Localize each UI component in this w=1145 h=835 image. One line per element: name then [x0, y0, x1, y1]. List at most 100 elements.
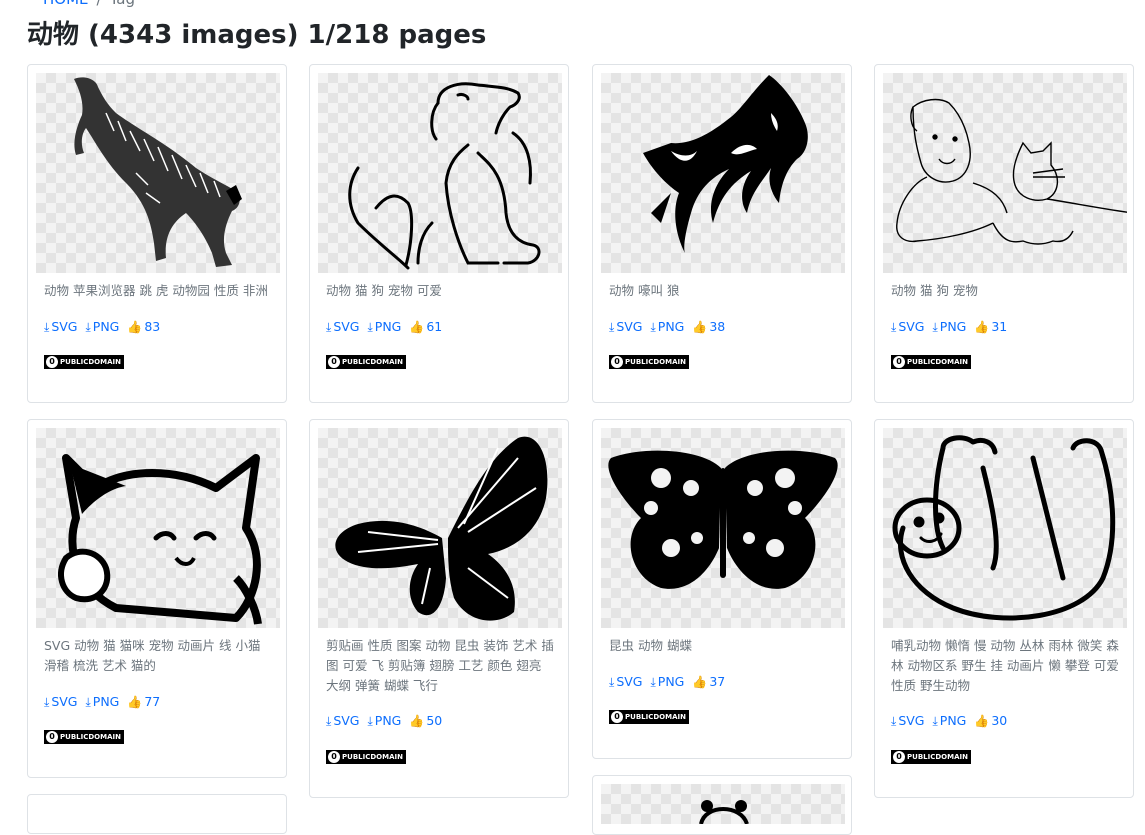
howling-wolf-thumbnail[interactable]	[601, 73, 845, 273]
png-download-link[interactable]: ⤓ PNG	[650, 319, 684, 334]
cc-zero-icon: 0	[893, 751, 905, 763]
image-tags: 昆虫 动物 蝴蝶	[609, 638, 692, 653]
cc-zero-icon: 0	[46, 356, 58, 368]
public-domain-badge[interactable]: 0 PUBLICDOMAIN	[891, 355, 971, 369]
download-icon: ⤓	[85, 320, 91, 334]
download-icon: ⤓	[650, 675, 656, 689]
ornate-butterfly-icon	[608, 450, 838, 589]
png-download-link[interactable]: ⤓ PNG	[932, 713, 966, 728]
thumbs-up-icon: 👍	[974, 320, 990, 334]
public-domain-badge[interactable]: 0 PUBLICDOMAIN	[44, 730, 124, 744]
png-download-link[interactable]: ⤓ PNG	[367, 713, 401, 728]
public-domain-badge[interactable]: 0 PUBLICDOMAIN	[44, 355, 124, 369]
image-thumbnail[interactable]	[601, 784, 845, 824]
image-card[interactable]: 动物 嚎叫 狼 ⤓ SVG ⤓ PNG 👍 38 0 PUBLICDOMAIN	[592, 64, 852, 403]
download-icon: ⤓	[609, 675, 615, 689]
svg-download-link[interactable]: ⤓ SVG	[609, 674, 642, 689]
svg-download-link[interactable]: ⤓ SVG	[891, 713, 924, 728]
svg-download-link[interactable]: ⤓ SVG	[609, 319, 642, 334]
image-tags: 动物 猫 狗 宠物	[891, 283, 978, 298]
svg-download-link[interactable]: ⤓ SVG	[44, 319, 77, 334]
like-button[interactable]: 👍 31	[974, 319, 1007, 334]
like-button[interactable]: 👍 83	[127, 319, 160, 334]
like-button[interactable]: 👍 30	[974, 713, 1007, 728]
breadcrumb-home-link[interactable]: HOME	[43, 0, 89, 8]
download-icon: ⤓	[932, 320, 938, 334]
dog-and-cat-thumbnail[interactable]	[883, 73, 1127, 273]
like-button[interactable]: 👍 61	[409, 319, 442, 334]
download-icon: ⤓	[891, 714, 897, 728]
breadcrumb-current: Tag	[110, 0, 135, 8]
image-card[interactable]: 动物 猫 狗 宠物 可爱 ⤓ SVG ⤓ PNG 👍 61 0 PUBLICDOMAIN	[309, 64, 569, 403]
tiger-thumbnail[interactable]	[36, 73, 280, 273]
card-actions: ⤓ SVG ⤓ PNG 👍 83	[44, 319, 168, 335]
download-icon: ⤓	[326, 714, 332, 728]
breadcrumb: HOME / Tag	[43, 0, 135, 8]
cc-zero-icon: 0	[328, 751, 340, 763]
dog-cat-outline-icon	[348, 82, 541, 270]
lucky-cat-thumbnail[interactable]	[36, 428, 280, 628]
image-card[interactable]: 昆虫 动物 蝴蝶 ⤓ SVG ⤓ PNG 👍 37 0 PUBLICDOMAIN	[592, 419, 852, 759]
public-domain-badge[interactable]: 0 PUBLICDOMAIN	[609, 355, 689, 369]
image-tags: 动物 嚎叫 狼	[609, 283, 680, 298]
sloth-thumbnail[interactable]	[883, 428, 1127, 628]
image-card[interactable]: SVG 动物 猫 猫咪 宠物 动画片 线 小猫 滑稽 梳洗 艺术 猫的 ⤓ SVG…	[27, 419, 287, 778]
like-button[interactable]: 👍 77	[127, 694, 160, 709]
like-button[interactable]: 👍 50	[409, 713, 442, 728]
breadcrumb-separator: /	[97, 0, 102, 8]
thumbs-up-icon: 👍	[692, 675, 708, 689]
card-actions: ⤓ SVG ⤓ PNG 👍 30	[891, 713, 1015, 729]
tiger-icon	[74, 77, 242, 267]
page-title: 动物 (4343 images) 1/218 pages	[27, 20, 487, 50]
download-icon: ⤓	[891, 320, 897, 334]
download-icon: ⤓	[44, 695, 50, 709]
thumbs-up-icon: 👍	[127, 695, 143, 709]
download-icon: ⤓	[932, 714, 938, 728]
like-button[interactable]: 👍 38	[692, 319, 725, 334]
panda-icon	[699, 800, 749, 824]
image-card[interactable]	[27, 794, 287, 834]
thumbs-up-icon: 👍	[692, 320, 708, 334]
public-domain-badge[interactable]: 0 PUBLICDOMAIN	[609, 710, 689, 724]
png-download-link[interactable]: ⤓ PNG	[85, 319, 119, 334]
thumbs-up-icon: 👍	[409, 320, 425, 334]
image-card[interactable]: 动物 猫 狗 宠物 ⤓ SVG ⤓ PNG 👍 31 0 PUBLICDOMAIN	[874, 64, 1134, 403]
image-card[interactable]: 动物 苹果浏览器 跳 虎 动物园 性质 非洲 ⤓ SVG ⤓ PNG 👍 83 0 PUBL…	[27, 64, 287, 403]
public-domain-badge[interactable]: 0 PUBLICDOMAIN	[891, 750, 971, 764]
png-download-link[interactable]: ⤓ PNG	[85, 694, 119, 709]
svg-download-link[interactable]: ⤓ SVG	[44, 694, 77, 709]
download-icon: ⤓	[44, 320, 50, 334]
butterfly-thumbnail[interactable]	[318, 428, 562, 628]
sloth-icon	[892, 435, 1116, 621]
cc-zero-icon: 0	[611, 711, 623, 723]
cc-zero-icon: 0	[611, 356, 623, 368]
thumbs-up-icon: 👍	[409, 714, 425, 728]
public-domain-badge[interactable]: 0 PUBLICDOMAIN	[326, 355, 406, 369]
card-actions: ⤓ SVG ⤓ PNG 👍 37	[609, 674, 733, 690]
download-icon: ⤓	[85, 695, 91, 709]
dog-and-cat-icon	[896, 98, 1127, 245]
download-icon: ⤓	[650, 320, 656, 334]
like-button[interactable]: 👍 37	[692, 674, 725, 689]
png-download-link[interactable]: ⤓ PNG	[932, 319, 966, 334]
svg-download-link[interactable]: ⤓ SVG	[326, 713, 359, 728]
image-card[interactable]	[592, 775, 852, 835]
image-card[interactable]: 哺乳动物 懒惰 慢 动物 丛林 雨林 微笑 森林 动物区系 野生 挂 动画片 懒…	[874, 419, 1134, 798]
dog-cat-outline-thumbnail[interactable]	[318, 73, 562, 273]
png-download-link[interactable]: ⤓ PNG	[650, 674, 684, 689]
png-download-link[interactable]: ⤓ PNG	[367, 319, 401, 334]
image-tags: 剪贴画 性质 图案 动物 昆虫 装饰 艺术 插图 可爱 飞 剪贴簿 翅膀 工艺 …	[326, 638, 554, 693]
download-icon: ⤓	[367, 320, 373, 334]
ornate-butterfly-thumbnail[interactable]	[601, 428, 845, 628]
download-icon: ⤓	[367, 714, 373, 728]
download-icon: ⤓	[326, 320, 332, 334]
svg-download-link[interactable]: ⤓ SVG	[891, 319, 924, 334]
download-icon: ⤓	[609, 320, 615, 334]
howling-wolf-icon	[643, 75, 808, 253]
public-domain-badge[interactable]: 0 PUBLICDOMAIN	[326, 750, 406, 764]
thumbs-up-icon: 👍	[974, 714, 990, 728]
image-card[interactable]: 剪贴画 性质 图案 动物 昆虫 装饰 艺术 插图 可爱 飞 剪贴簿 翅膀 工艺 …	[309, 419, 569, 798]
svg-download-link[interactable]: ⤓ SVG	[326, 319, 359, 334]
card-actions: ⤓ SVG ⤓ PNG 👍 77	[44, 694, 168, 710]
image-tags: 哺乳动物 懒惰 慢 动物 丛林 雨林 微笑 森林 动物区系 野生 挂 动画片 懒…	[891, 638, 1119, 693]
